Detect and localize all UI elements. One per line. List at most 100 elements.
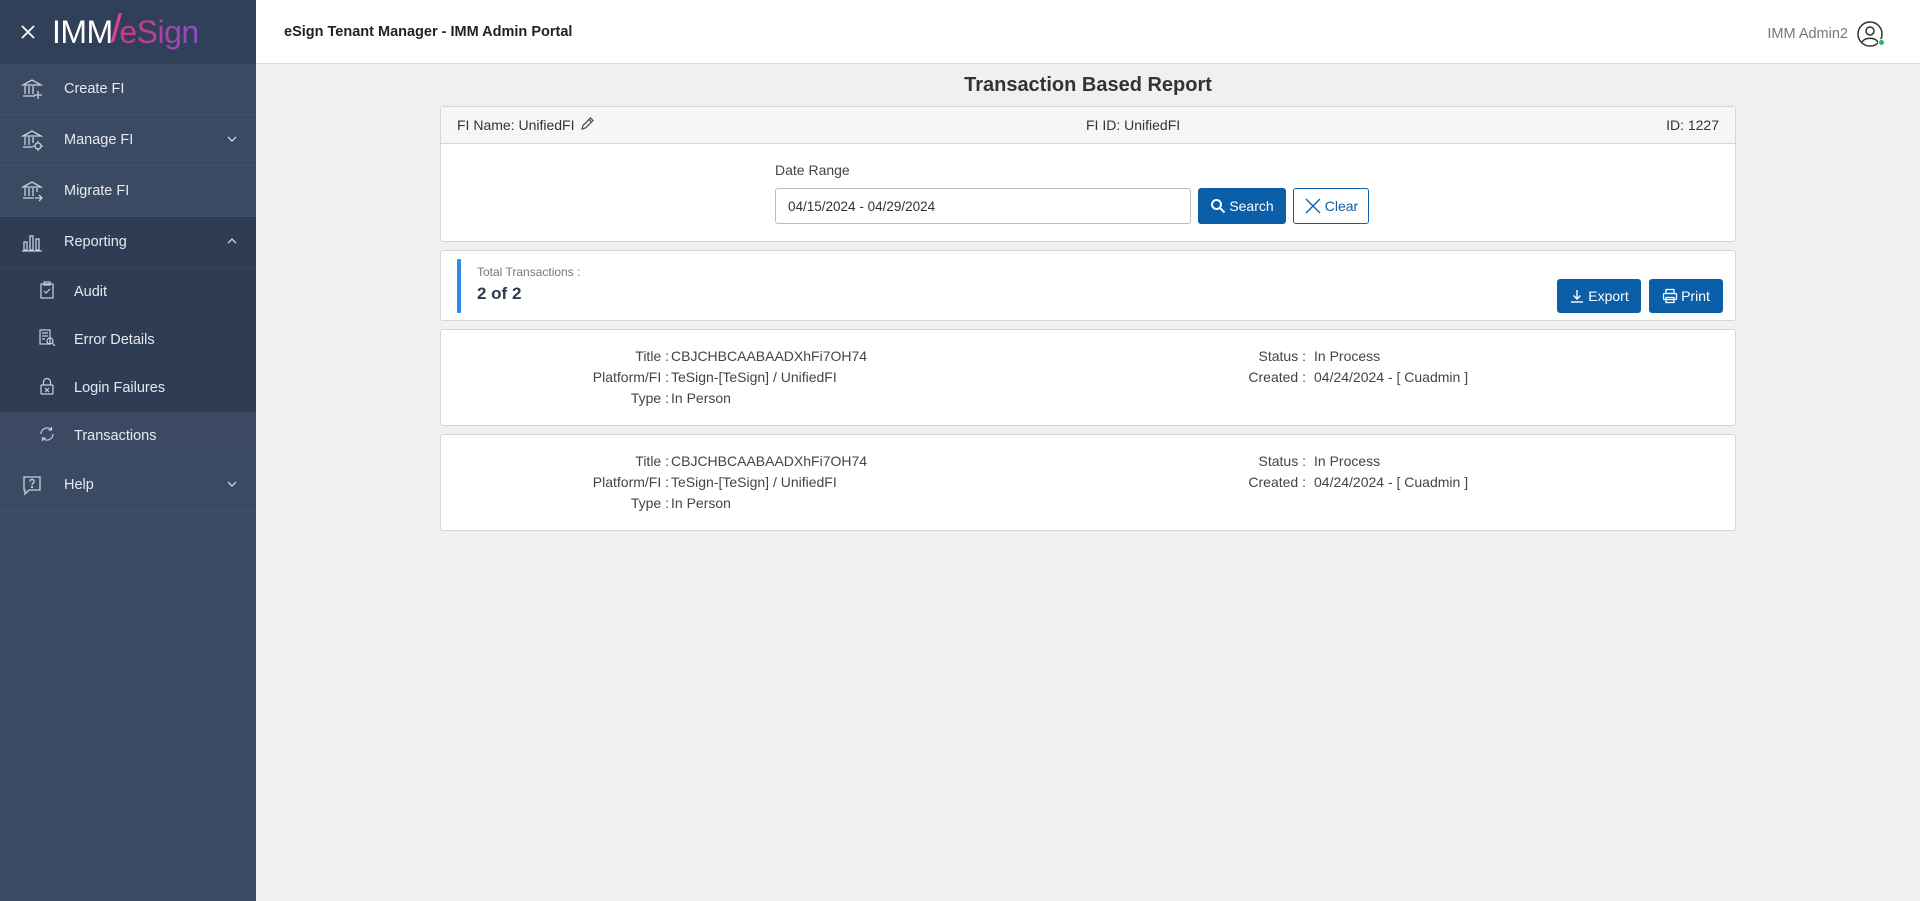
bank-gear-icon	[20, 128, 44, 152]
tx-type-value: In Person	[671, 495, 731, 511]
portal-title: eSign Tenant Manager - IMM Admin Portal	[284, 23, 573, 40]
date-range-label: Date Range	[775, 162, 850, 178]
total-transactions-label: Total Transactions :	[477, 265, 581, 279]
close-icon	[21, 25, 35, 39]
clipboard-check-icon	[38, 281, 56, 303]
clear-button-label: Clear	[1324, 198, 1359, 214]
sidebar-item-label: Create FI	[64, 81, 125, 97]
sidebar-item-create-fi[interactable]: Create FI	[0, 64, 256, 115]
bank-plus-icon	[20, 77, 44, 101]
main-content: Transaction Based Report FI Name: Unifie…	[440, 64, 1736, 531]
refresh-icon	[38, 425, 56, 447]
transaction-card: Title : CBJCHBCAABAADXhFi7OH74 Status : …	[440, 434, 1736, 531]
fi-name-text: FI Name: UnifiedFI	[457, 117, 575, 133]
tx-platform-value: TeSign-[TeSign] / UnifiedFI	[671, 369, 837, 385]
fi-id: FI ID: UnifiedFI	[1086, 117, 1181, 133]
tx-created-key: Created :	[1248, 474, 1306, 490]
user-name: IMM Admin2	[1767, 26, 1848, 42]
export-button-label: Export	[1588, 288, 1629, 304]
sidebar-item-login-failures[interactable]: Login Failures	[0, 364, 256, 412]
tx-title-value: CBJCHBCAABAADXhFi7OH74	[671, 453, 868, 469]
top-bar: eSign Tenant Manager - IMM Admin Portal …	[256, 0, 1920, 64]
export-button[interactable]: Export	[1557, 279, 1641, 313]
sidebar-item-label: Manage FI	[64, 132, 134, 148]
bar-chart-icon	[20, 230, 44, 254]
accent-bar	[457, 259, 461, 313]
summary-card: Total Transactions : 2 of 2 Export Print	[440, 250, 1736, 321]
sidebar-item-label: Error Details	[74, 332, 155, 348]
tx-created-key: Created :	[1248, 369, 1306, 385]
tx-status-key: Status :	[1258, 453, 1306, 469]
tx-status-value: In Process	[1314, 453, 1381, 469]
edit-pencil-icon[interactable]	[579, 116, 595, 135]
search-icon	[1210, 198, 1226, 214]
bank-arrow-icon	[20, 179, 44, 203]
sidebar-item-label: Help	[64, 477, 94, 493]
sidebar-item-label: Audit	[74, 284, 108, 300]
sidebar-item-label: Transactions	[74, 428, 157, 444]
logo-text-esign: eSign	[119, 13, 199, 50]
tx-type-key: Type :	[630, 390, 669, 406]
lock-x-icon	[38, 377, 56, 399]
close-sidebar-button[interactable]	[18, 22, 38, 42]
sidebar-item-audit[interactable]: Audit	[0, 268, 256, 316]
sidebar-nav: Create FI Manage FI Migrate FI Reporting	[0, 64, 256, 511]
total-transactions-value: 2 of 2	[477, 284, 522, 303]
transaction-card: Title : CBJCHBCAABAADXhFi7OH74 Status : …	[440, 329, 1736, 426]
app-logo: IMM / eSign	[52, 6, 199, 56]
fi-numeric-id: ID: 1227	[1666, 117, 1719, 133]
logo-slash: /	[110, 6, 122, 51]
sidebar-item-transactions[interactable]: Transactions	[0, 412, 256, 460]
search-button[interactable]: Search	[1198, 188, 1286, 224]
fi-filter-card: FI Name: UnifiedFI FI ID: UnifiedFI ID: …	[440, 106, 1736, 242]
print-button[interactable]: Print	[1649, 279, 1723, 313]
sidebar-item-help[interactable]: Help	[0, 460, 256, 511]
document-search-icon	[38, 329, 56, 351]
online-status-dot	[1878, 39, 1885, 46]
tx-status-key: Status :	[1258, 348, 1306, 364]
clear-button[interactable]: Clear	[1293, 188, 1369, 224]
sidebar-item-reporting[interactable]: Reporting	[0, 217, 256, 268]
tx-title-value: CBJCHBCAABAADXhFi7OH74	[671, 348, 868, 364]
close-icon	[1304, 197, 1322, 215]
tx-title-key: Title :	[635, 348, 669, 364]
tx-platform-key: Platform/FI :	[592, 369, 669, 385]
download-icon	[1569, 288, 1585, 304]
tx-type-value: In Person	[671, 390, 731, 406]
search-button-label: Search	[1229, 198, 1274, 214]
tx-type-key: Type :	[630, 495, 669, 511]
sidebar-item-label: Reporting	[64, 234, 127, 250]
page-title: Transaction Based Report	[964, 74, 1212, 96]
help-icon	[20, 473, 44, 497]
tx-platform-row: Platform/FI : TeSign-[TeSign] / UnifiedF…	[441, 367, 1737, 388]
tx-status-value: In Process	[1314, 348, 1381, 364]
date-range-input[interactable]	[775, 188, 1191, 224]
date-filter-area: Date Range Search Clear	[441, 144, 1735, 241]
sidebar-header: IMM / eSign	[0, 0, 256, 64]
print-button-label: Print	[1681, 288, 1710, 304]
user-avatar-icon[interactable]	[1856, 20, 1885, 48]
sidebar: IMM / eSign Create FI Manage FI Migrate …	[0, 0, 256, 901]
tx-title-key: Title :	[635, 453, 669, 469]
logo-text-imm: IMM	[52, 13, 113, 50]
chevron-up-icon	[226, 235, 238, 251]
tx-platform-value: TeSign-[TeSign] / UnifiedFI	[671, 474, 837, 490]
tx-type-row: Type : In Person	[441, 388, 1737, 409]
sidebar-item-label: Migrate FI	[64, 183, 130, 199]
tx-created-value: 04/24/2024 - [ Cuadmin ]	[1314, 369, 1469, 385]
tx-title-row: Title : CBJCHBCAABAADXhFi7OH74 Status : …	[441, 346, 1737, 367]
tx-platform-row: Platform/FI : TeSign-[TeSign] / UnifiedF…	[441, 472, 1737, 493]
tx-type-row: Type : In Person	[441, 493, 1737, 514]
chevron-down-icon	[226, 478, 238, 494]
fi-name: FI Name: UnifiedFI	[457, 116, 595, 135]
tx-title-row: Title : CBJCHBCAABAADXhFi7OH74 Status : …	[441, 451, 1737, 472]
sidebar-item-error-details[interactable]: Error Details	[0, 316, 256, 364]
sidebar-item-migrate-fi[interactable]: Migrate FI	[0, 166, 256, 217]
sidebar-item-manage-fi[interactable]: Manage FI	[0, 115, 256, 166]
user-menu[interactable]: IMM Admin2	[1767, 20, 1885, 48]
tx-created-value: 04/24/2024 - [ Cuadmin ]	[1314, 474, 1469, 490]
printer-icon	[1662, 288, 1678, 304]
reporting-submenu: Audit Error Details Login Failures Trans…	[0, 268, 256, 460]
tx-platform-key: Platform/FI :	[592, 474, 669, 490]
fi-info-header: FI Name: UnifiedFI FI ID: UnifiedFI ID: …	[441, 107, 1735, 144]
